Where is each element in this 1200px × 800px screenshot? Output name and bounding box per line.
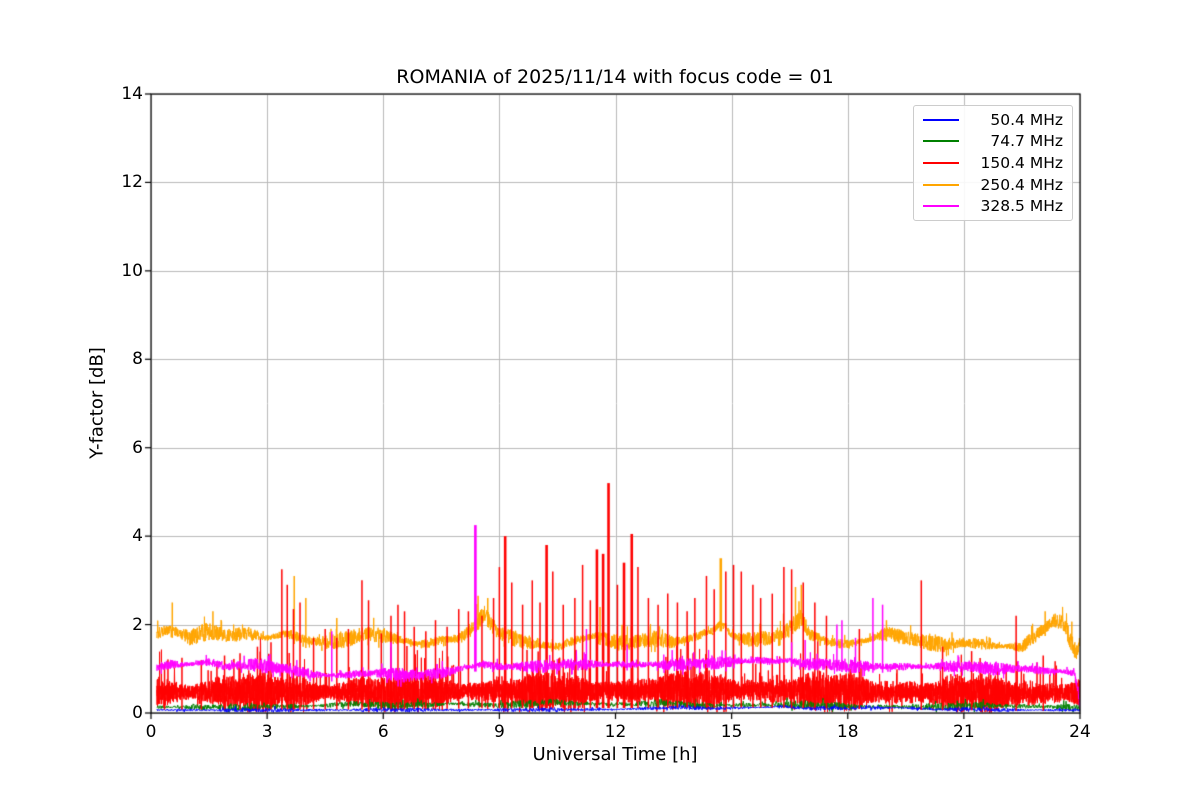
x-tick-label: 18 [836, 722, 859, 742]
legend-line-sample [923, 205, 959, 208]
legend-entry-label: 74.7 MHz [990, 132, 1063, 151]
legend-line-sample [923, 161, 959, 164]
x-tick-label: 21 [953, 722, 975, 742]
y-tick-label: 4 [132, 526, 143, 547]
x-tick-label: 3 [261, 722, 273, 742]
legend-line-sample [923, 183, 959, 186]
legend-entry: 328.5 MHz [914, 196, 1072, 216]
legend-entry: 150.4 MHz [914, 153, 1072, 173]
y-tick-label: 12 [121, 172, 143, 193]
legend-entry-label: 50.4 MHz [990, 110, 1063, 129]
x-tick-label: 12 [604, 722, 627, 742]
y-tick-label: 2 [132, 614, 143, 635]
figure: ROMANIA of 2025/11/14 with focus code = … [0, 0, 1200, 800]
y-tick-label: 10 [121, 260, 143, 281]
legend-entry-label: 250.4 MHz [980, 175, 1063, 194]
x-tick-label: 6 [377, 722, 389, 742]
x-tick-label: 24 [1069, 722, 1091, 742]
x-tick-label: 9 [493, 722, 505, 742]
legend-entry-label: 150.4 MHz [980, 153, 1063, 172]
x-tick-label: 15 [720, 722, 743, 742]
legend-line-sample [923, 140, 959, 143]
x-tick-label: 0 [145, 722, 157, 742]
legend-entry-label: 328.5 MHz [980, 197, 1063, 216]
legend: 50.4 MHz 74.7 MHz 150.4 MHz 250.4 MHz 328.5 … [913, 105, 1073, 221]
y-tick-label: 8 [132, 349, 143, 370]
legend-line-sample [923, 118, 959, 121]
y-tick-label: 14 [121, 84, 143, 104]
y-axis-label: Y-factor [dB] [86, 347, 108, 459]
legend-entry: 250.4 MHz [914, 175, 1072, 195]
y-tick-label: 6 [132, 437, 143, 458]
x-axis-label: Universal Time [h] [532, 744, 698, 765]
chart-title: ROMANIA of 2025/11/14 with focus code = … [396, 66, 834, 88]
legend-entry: 74.7 MHz [914, 131, 1072, 151]
legend-entry: 50.4 MHz [914, 110, 1072, 130]
y-tick-label: 0 [132, 703, 143, 723]
